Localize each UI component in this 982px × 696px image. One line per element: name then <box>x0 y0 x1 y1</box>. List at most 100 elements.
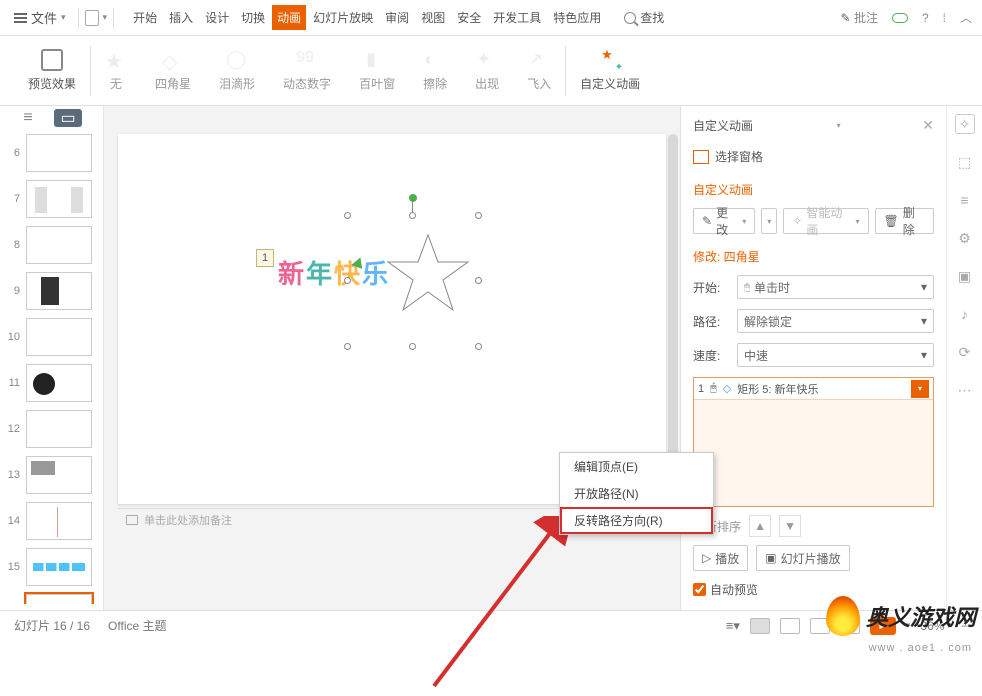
search-button[interactable]: 查找 <box>624 9 664 26</box>
resize-handle[interactable] <box>344 343 351 350</box>
chevron-down-icon[interactable]: ▾ <box>906 620 911 631</box>
animation-sequence-tag[interactable]: 1 <box>256 249 274 267</box>
ribbon-tab[interactable]: 设计 <box>200 5 234 30</box>
slideshow-play-button[interactable]: ▣ 幻灯片播放 <box>756 545 849 571</box>
smart-animation-button[interactable]: ✧ 智能动画 ▾ <box>783 208 868 234</box>
sidetab-shape-icon[interactable]: ⬚ <box>955 152 975 172</box>
modify-header: 修改: 四角星 <box>693 248 934 265</box>
slide-thumbnail[interactable] <box>26 502 92 540</box>
sidetab-star-icon[interactable]: ✧ <box>955 114 975 134</box>
animation-effect-擦除[interactable]: 擦除 <box>409 49 461 92</box>
sidetab-layers-icon[interactable]: ≡ <box>955 190 975 210</box>
ribbon-tab[interactable]: 开始 <box>128 5 162 30</box>
annotate-button[interactable]: ✎ 批注 <box>841 9 878 26</box>
ribbon-tab[interactable]: 幻灯片放映 <box>308 5 378 30</box>
slide-thumbnail[interactable] <box>26 594 92 604</box>
effect-item-dropdown[interactable]: ▾ <box>911 380 929 398</box>
slide-thumbnail[interactable] <box>26 272 92 310</box>
animation-effect-动态数字[interactable]: 动态数字 <box>269 49 345 92</box>
play-button[interactable]: ▷ 播放 <box>693 545 748 571</box>
animation-effect-无[interactable]: 无 <box>91 49 141 92</box>
sidetab-more-icon[interactable]: ⋯ <box>955 380 975 400</box>
selection-pane-button[interactable]: 选择窗格 <box>693 148 934 165</box>
slide-number: 12 <box>6 423 20 435</box>
change-effect-button[interactable]: ✎ 更改 ▾ <box>693 208 755 234</box>
document-icon[interactable] <box>85 10 99 26</box>
start-trigger-dropdown[interactable]: 🖱单击时▾ <box>737 275 934 299</box>
slide-canvas[interactable]: 1 新年快乐 <box>118 134 666 504</box>
canvas-scrollbar[interactable] <box>668 134 678 494</box>
collapse-ribbon-icon[interactable]: ︿ <box>960 9 972 26</box>
sorter-view-button[interactable] <box>780 618 800 634</box>
cloud-sync-icon[interactable] <box>892 13 908 23</box>
ribbon-tab[interactable]: 开发工具 <box>488 5 546 30</box>
effect-list[interactable]: 1 🖱 ◇ 矩形 5: 新年快乐 ▾ <box>693 377 934 507</box>
auto-preview-input[interactable] <box>693 583 706 596</box>
resize-handle[interactable] <box>475 343 482 350</box>
animation-effect-出现[interactable]: 出现 <box>461 49 513 92</box>
ribbon-tab[interactable]: 切换 <box>236 5 270 30</box>
sidetab-settings-icon[interactable]: ⚙ <box>955 228 975 248</box>
path-lock-dropdown[interactable]: 解除锁定▾ <box>737 309 934 333</box>
resize-handle[interactable] <box>344 212 351 219</box>
resize-handle[interactable] <box>475 212 482 219</box>
slide-thumbnail[interactable] <box>26 134 92 172</box>
normal-view-button[interactable] <box>750 618 770 634</box>
slide-thumbnail[interactable] <box>26 318 92 356</box>
thumbnail-list[interactable]: 678910111213141516 <box>0 130 103 604</box>
move-up-button[interactable]: ▲ <box>749 515 771 537</box>
thumbnail-view-button[interactable]: ▭ <box>54 109 82 127</box>
change-effect-dropdown[interactable]: ▾ <box>761 208 777 234</box>
ribbon-tab[interactable]: 安全 <box>452 5 486 30</box>
context-menu-item[interactable]: 反转路径方向(R) <box>560 507 713 534</box>
sidetab-audio-icon[interactable]: ♪ <box>955 304 975 324</box>
slide-thumbnail[interactable] <box>26 364 92 402</box>
delete-effect-button[interactable]: 🗑 删除 <box>875 208 935 234</box>
slide-thumbnail[interactable] <box>26 548 92 586</box>
motion-path-star[interactable] <box>383 230 473 320</box>
context-menu-item[interactable]: 编辑顶点(E) <box>560 453 713 480</box>
zoom-out-button[interactable]: − <box>961 619 968 633</box>
notes-view-button[interactable] <box>840 618 860 634</box>
slide-thumbnail[interactable] <box>26 180 92 218</box>
context-menu-item[interactable]: 开放路径(N) <box>560 480 713 507</box>
effect-list-item[interactable]: 1 🖱 ◇ 矩形 5: 新年快乐 ▾ <box>694 378 933 400</box>
sidetab-image-icon[interactable]: ▣ <box>955 266 975 286</box>
auto-preview-checkbox[interactable]: 自动预览 <box>693 581 934 598</box>
slide-thumbnail[interactable] <box>26 410 92 448</box>
outline-view-button[interactable]: ≡ <box>14 109 42 127</box>
ribbon-tab[interactable]: 特色应用 <box>548 5 606 30</box>
ribbon-tab[interactable]: 视图 <box>416 5 450 30</box>
resize-handle[interactable] <box>344 277 351 284</box>
effect-label: 动态数字 <box>283 75 331 92</box>
rotate-handle[interactable] <box>409 194 417 202</box>
reading-view-button[interactable] <box>810 618 830 634</box>
resize-handle[interactable] <box>475 277 482 284</box>
animation-effect-四角星[interactable]: 四角星 <box>141 49 205 92</box>
slide-number: 7 <box>6 193 20 205</box>
preview-effect-button[interactable]: 预览效果 <box>14 49 90 92</box>
app-menu-button[interactable]: 文件 ▾ <box>8 4 72 31</box>
slide-thumbnail[interactable] <box>26 226 92 264</box>
zoom-control[interactable]: 36% ▾ <box>920 619 951 633</box>
animation-effect-泪滴形[interactable]: 泪滴形 <box>205 49 269 92</box>
options-icon[interactable]: ⁞ <box>943 11 946 25</box>
speed-dropdown[interactable]: 中速▾ <box>737 343 934 367</box>
slide-thumbnail[interactable] <box>26 456 92 494</box>
custom-animation-button[interactable]: 自定义动画 <box>566 49 654 92</box>
move-down-button[interactable]: ▼ <box>779 515 801 537</box>
animation-effect-飞入[interactable]: 飞入 <box>513 49 565 92</box>
ribbon-tab[interactable]: 动画 <box>272 5 306 30</box>
help-icon[interactable]: ? <box>922 11 929 25</box>
slideshow-button[interactable]: ▶ <box>870 617 896 635</box>
close-pane-button[interactable]: ✕ <box>922 117 934 134</box>
animation-effect-百叶窗[interactable]: 百叶窗 <box>345 49 409 92</box>
view-menu-icon[interactable]: ≡▾ <box>726 618 740 634</box>
preview-label: 预览效果 <box>28 75 76 92</box>
chevron-down-icon[interactable]: ▾ <box>103 12 108 23</box>
sidetab-sync-icon[interactable]: ⟳ <box>955 342 975 362</box>
ribbon-tab[interactable]: 审阅 <box>380 5 414 30</box>
resize-handle[interactable] <box>409 343 416 350</box>
resize-handle[interactable] <box>409 212 416 219</box>
ribbon-tab[interactable]: 插入 <box>164 5 198 30</box>
